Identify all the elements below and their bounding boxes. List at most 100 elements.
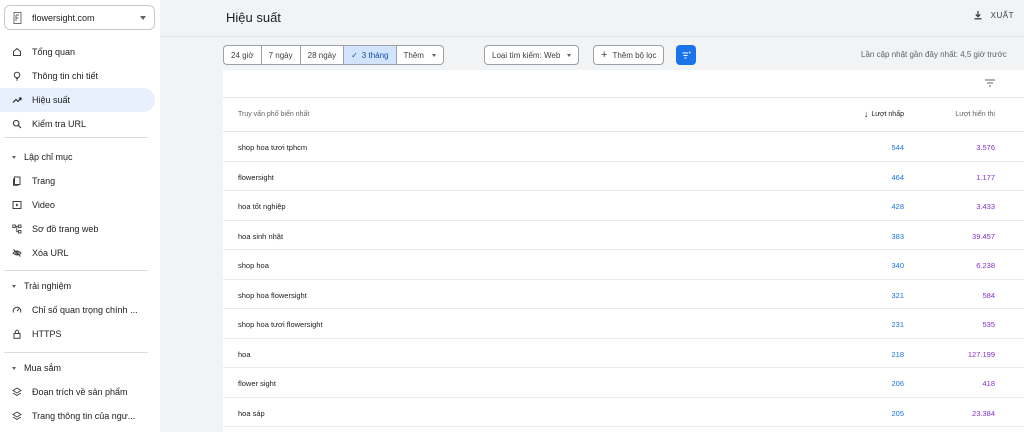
gauge-icon xyxy=(12,305,22,315)
header-divider xyxy=(160,36,1024,37)
impressions-cell: 535 xyxy=(982,320,995,329)
sidebar-item-label: Thông tin chi tiết xyxy=(32,71,99,81)
section-experience[interactable]: Trải nghiệm xyxy=(0,276,155,296)
table-row[interactable]: hoa sáp 205 23.384 xyxy=(223,398,1024,427)
clicks-cell: 464 xyxy=(891,172,904,182)
layers-icon xyxy=(12,387,22,397)
date-range-28d[interactable]: 28 ngày xyxy=(301,46,345,64)
sidebar-item-label: Trang thông tin của ngư... xyxy=(32,411,136,421)
query-cell: flower sight xyxy=(238,379,276,388)
date-range-24h[interactable]: 24 giờ xyxy=(224,46,262,64)
sidebar-item-https[interactable]: HTTPS xyxy=(0,322,155,346)
sidebar-item-product-snippets[interactable]: Đoạn trích về sản phẩm xyxy=(0,380,155,404)
sidebar-divider xyxy=(4,137,148,138)
sidebar-item-url-inspection[interactable]: Kiểm tra URL xyxy=(0,112,155,136)
eye-off-icon xyxy=(12,248,22,258)
plus-icon: + xyxy=(601,48,608,61)
table-row[interactable]: shop hoa flowersight 321 584 xyxy=(223,280,1024,309)
section-shopping[interactable]: Mua sắm xyxy=(0,358,155,378)
sidebar-item-pages[interactable]: Trang xyxy=(0,169,155,193)
sidebar-item-video[interactable]: Video xyxy=(0,193,155,217)
impressions-cell: 6.238 xyxy=(976,261,995,270)
last-updated-text: Lần cập nhật gần đây nhất: 4,5 giờ trước xyxy=(861,50,1007,59)
sidebar-item-label: Hiệu suất xyxy=(32,95,71,105)
property-selector[interactable]: flowersight.com xyxy=(4,5,155,30)
table-header: Truy vấn phổ biến nhất ↓ Lượt nhấp Lượt … xyxy=(223,98,1024,132)
sidebar-item-core-web-vitals[interactable]: Chỉ số quan trọng chính ... xyxy=(0,298,155,322)
sidebar-item-merchant-listings[interactable]: Trang thông tin của ngư... xyxy=(0,404,155,428)
impressions-cell: 418 xyxy=(982,379,995,388)
sidebar-divider xyxy=(4,270,148,271)
chevron-down-icon xyxy=(431,53,436,57)
sidebar-item-label: Kiểm tra URL xyxy=(32,119,87,129)
section-title: Lập chỉ mục xyxy=(24,152,73,162)
date-range-7d[interactable]: 7 ngày xyxy=(262,46,301,64)
section-title: Trải nghiệm xyxy=(24,281,72,291)
column-header-clicks[interactable]: ↓ Lượt nhấp xyxy=(864,110,904,119)
query-cell: hoa sinh nhật xyxy=(238,231,284,241)
chevron-down-icon xyxy=(140,15,146,20)
filter-options-button[interactable] xyxy=(676,45,696,65)
clicks-cell: 383 xyxy=(891,231,904,241)
search-type-label: Loại tìm kiếm: Web xyxy=(492,50,561,60)
date-range-3m[interactable]: ✓ 3 tháng xyxy=(344,46,397,64)
query-cell: hoa sáp xyxy=(238,408,265,418)
query-cell: hoa xyxy=(238,349,251,359)
search-icon xyxy=(12,119,22,129)
export-button[interactable]: XUẤT xyxy=(973,10,1014,20)
impressions-cell: 1.177 xyxy=(976,172,995,182)
impressions-cell: 3.433 xyxy=(976,202,995,211)
table-row[interactable]: hoa sinh nhật 383 39.457 xyxy=(223,221,1024,250)
sidebar-item-insights[interactable]: Thông tin chi tiết xyxy=(0,64,155,88)
table-row[interactable]: hoa 218 127.199 xyxy=(223,339,1024,368)
column-header-query[interactable]: Truy vấn phổ biến nhất xyxy=(238,111,309,118)
collapse-arrow-icon xyxy=(12,366,16,370)
clicks-cell: 218 xyxy=(891,349,904,359)
property-name: flowersight.com xyxy=(32,12,95,23)
add-filter-label: Thêm bộ lọc xyxy=(612,50,657,60)
sitemap-icon xyxy=(12,224,22,234)
site-favicon-icon xyxy=(13,11,22,24)
table-row[interactable]: shop hoa 340 6.238 xyxy=(223,250,1024,280)
sidebar-item-performance[interactable]: Hiệu suất xyxy=(0,88,155,112)
sidebar-item-label: HTTPS xyxy=(32,329,62,339)
impressions-cell: 23.384 xyxy=(972,408,995,418)
sidebar-item-label: Sơ đồ trang web xyxy=(32,224,99,234)
table-row[interactable]: shop hoa tươi tphcm 544 3.576 xyxy=(223,132,1024,162)
query-cell: shop hoa xyxy=(238,261,269,270)
sidebar-item-label: Chỉ số quan trọng chính ... xyxy=(32,305,138,315)
table-row[interactable]: hoa tốt nghiệp 428 3.433 xyxy=(223,191,1024,221)
sidebar-item-overview[interactable]: Tổng quan xyxy=(0,40,155,64)
sidebar-item-sitemaps[interactable]: Sơ đồ trang web xyxy=(0,217,155,241)
table-row[interactable]: flowersight 464 1.177 xyxy=(223,162,1024,191)
chevron-down-icon xyxy=(567,53,572,57)
query-cell: shop hoa tươi tphcm xyxy=(238,143,308,152)
filter-rows-icon[interactable] xyxy=(984,77,996,89)
table-row[interactable]: flower sight 206 418 xyxy=(223,368,1024,398)
column-header-impressions[interactable]: Lượt hiển thị xyxy=(955,111,995,118)
section-indexing[interactable]: Lập chỉ mục xyxy=(0,147,155,167)
query-cell: flowersight xyxy=(238,172,274,182)
clicks-cell: 231 xyxy=(891,320,904,329)
query-cell: shop hoa flowersight xyxy=(238,290,307,300)
download-icon xyxy=(974,11,982,20)
sidebar-item-removals[interactable]: Xóa URL xyxy=(0,241,155,265)
sidebar: flowersight.com Tổng quan Thông tin chi … xyxy=(0,0,160,432)
impressions-cell: 584 xyxy=(982,290,995,300)
add-filter-button[interactable]: + Thêm bộ lọc xyxy=(593,45,665,65)
impressions-cell: 39.457 xyxy=(972,231,995,241)
impressions-cell: 3.576 xyxy=(976,143,995,152)
clicks-cell: 428 xyxy=(891,202,904,211)
date-range-more[interactable]: Thêm xyxy=(397,46,443,64)
table-row[interactable]: shop hoa tươi flowersight 231 535 xyxy=(223,309,1024,339)
query-cell: shop hoa tươi flowersight xyxy=(238,320,323,329)
lightbulb-icon xyxy=(12,71,22,81)
sidebar-item-label: Trang xyxy=(32,176,56,186)
sidebar-item-label: Tổng quan xyxy=(32,47,76,57)
clicks-cell: 205 xyxy=(891,408,904,418)
page-title: Hiệu suất xyxy=(226,10,281,25)
search-type-filter[interactable]: Loại tìm kiếm: Web xyxy=(484,45,580,65)
date-range-label: 3 tháng xyxy=(361,50,389,60)
export-label: XUẤT xyxy=(990,10,1014,20)
table-toolbar xyxy=(223,70,1024,98)
